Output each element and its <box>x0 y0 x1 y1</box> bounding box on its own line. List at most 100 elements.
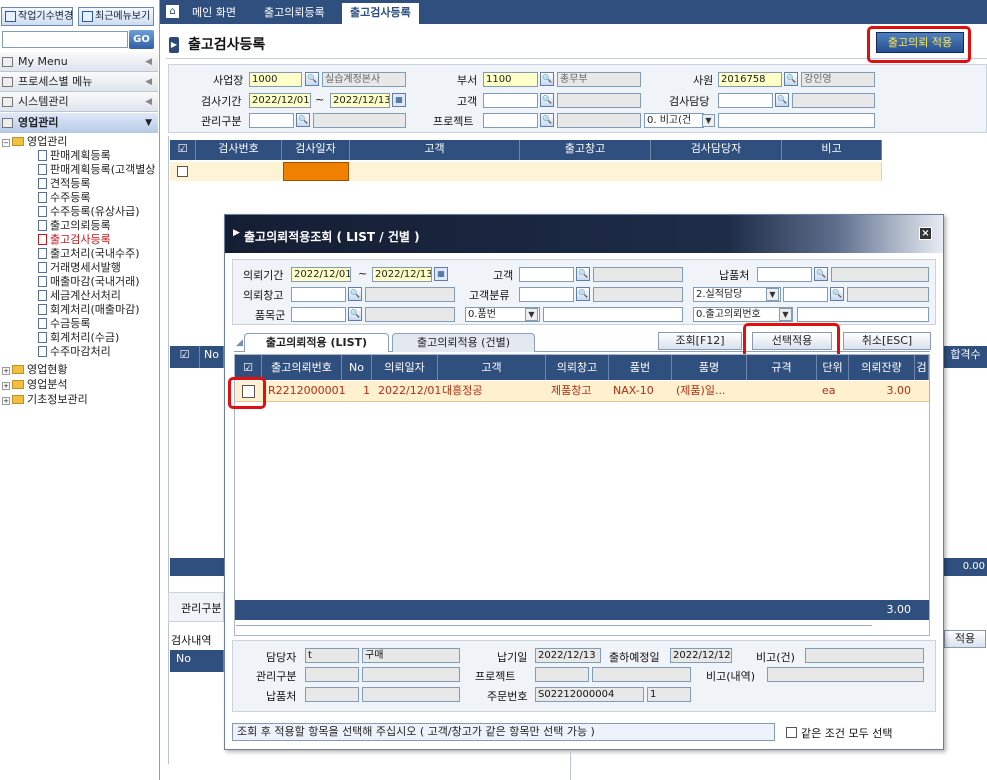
owner-code-input[interactable] <box>783 287 828 302</box>
cancel-button[interactable]: 취소[ESC] <box>843 332 931 350</box>
customer-code-input[interactable] <box>483 93 538 108</box>
menu-sales[interactable]: 영업관리 ▼ <box>0 113 158 133</box>
row-checkbox[interactable] <box>242 385 255 398</box>
tree-item-order-paid[interactable]: 수주등록(유상사급) <box>38 205 140 219</box>
chevron-down-icon: ▼ <box>145 118 152 128</box>
search-icon[interactable]: 🔍 <box>830 287 844 301</box>
close-icon[interactable]: × <box>919 227 932 240</box>
search-button[interactable]: 조회[F12] <box>658 332 742 350</box>
go-button[interactable]: GO <box>129 30 154 49</box>
search-icon[interactable]: 🔍 <box>540 113 554 127</box>
divider <box>168 136 169 764</box>
delivery-label: 납품처 <box>719 269 750 282</box>
search-icon[interactable]: 🔍 <box>814 267 828 281</box>
tree-item-shipment-process[interactable]: 출고처리(국내수주) <box>38 247 140 261</box>
folder-icon <box>12 380 24 389</box>
company-code-input[interactable]: 1000 <box>249 72 302 87</box>
table-row[interactable] <box>170 162 882 181</box>
item-group-code[interactable] <box>291 307 346 322</box>
mgmt-code-input[interactable] <box>249 113 294 128</box>
change-period-button[interactable]: 작업기수변경 <box>1 7 73 26</box>
tree-item-collection[interactable]: 수금등록 <box>38 317 90 331</box>
search-icon[interactable]: 🔍 <box>540 93 554 107</box>
employee-code-input[interactable]: 2016758 <box>718 72 782 87</box>
search-icon[interactable]: 🔍 <box>576 287 590 301</box>
dept-code-input[interactable]: 1100 <box>483 72 538 87</box>
insp-date-cell[interactable] <box>283 162 349 181</box>
footer-delivery-label: 납품처 <box>266 690 297 703</box>
grid-select-all-icon[interactable]: ☑ <box>170 140 196 160</box>
search-icon[interactable]: 🔍 <box>348 307 362 321</box>
grid-header-insp-date: 검사일자 <box>282 140 350 160</box>
tree-group-sales-status[interactable]: + 영업현황 <box>2 363 67 377</box>
tab-shipment-request[interactable]: 출고의뢰등록 <box>256 3 333 24</box>
tree-item-shipment-request[interactable]: 출고의뢰등록 <box>38 219 111 233</box>
request-type-select[interactable]: 0.출고의뢰번호 <box>693 307 793 322</box>
search-icon[interactable]: 🔍 <box>784 72 798 86</box>
search-icon[interactable]: 🔍 <box>348 287 362 301</box>
tree-item-sales-closing[interactable]: 매출마감(국내거래) <box>38 275 140 289</box>
modal-header-item-code: 품번 <box>609 355 672 380</box>
tree-item-order-closing[interactable]: 수주마감처리 <box>38 345 111 359</box>
tree-item-accounting-collection[interactable]: 회계처리(수금) <box>38 331 119 345</box>
lower-mgmt-label: 관리구분 <box>181 602 222 615</box>
remark-select[interactable]: 0. 비고(건 <box>644 113 704 128</box>
search-icon[interactable]: 🔍 <box>296 113 310 127</box>
tree-item-statement[interactable]: 거래명세서발행 <box>38 261 121 275</box>
tree-group-base-info[interactable]: + 기초정보관리 <box>2 393 88 407</box>
modal-customer-code[interactable] <box>519 267 574 282</box>
home-icon[interactable]: ⌂ <box>165 4 180 19</box>
tab-main[interactable]: 메인 화면 <box>184 3 244 24</box>
item-search-input[interactable] <box>543 307 683 322</box>
chevron-down-icon[interactable]: ▼ <box>525 308 538 321</box>
tree-item-tax-invoice[interactable]: 세금계산서처리 <box>38 289 121 303</box>
tree-item-sales-plan-customer[interactable]: 판매계획등록(고객별상 <box>38 163 156 177</box>
grid-select-all-icon[interactable]: ☑ <box>170 346 200 368</box>
tree-item-accounting-sales[interactable]: 회계처리(매출마감) <box>38 303 140 317</box>
chevron-down-icon[interactable]: ▼ <box>779 308 792 321</box>
horizontal-scrollbar[interactable] <box>236 625 872 626</box>
menu-search-input[interactable] <box>2 31 128 48</box>
request-search-input[interactable] <box>797 307 929 322</box>
search-icon[interactable]: 🔍 <box>775 93 789 107</box>
footer-project-label: 프로젝트 <box>475 670 516 683</box>
tab-request-item[interactable]: 출고의뢰적용 (건별) <box>392 333 535 352</box>
menu-system[interactable]: 시스템관리 ◀ <box>0 92 158 112</box>
tree-root-sales[interactable]: − 영업관리 <box>2 135 67 149</box>
modal-header-customer: 고객 <box>438 355 546 380</box>
tree-item-sales-plan[interactable]: 판매계획등록 <box>38 149 111 163</box>
search-icon[interactable]: 🔍 <box>540 72 554 86</box>
chevron-down-icon[interactable]: ▼ <box>702 114 715 127</box>
delivery-code-input[interactable] <box>757 267 812 282</box>
request-period-from[interactable]: 2022/12/01 <box>291 267 351 282</box>
calendar-icon[interactable]: ▦ <box>392 93 406 107</box>
menu-process[interactable]: 프로세스별 메뉴 ◀ <box>0 72 158 92</box>
same-condition-checkbox[interactable] <box>786 727 797 738</box>
tree-item-estimate[interactable]: 견적등록 <box>38 177 90 191</box>
customer-class-code[interactable] <box>519 287 574 302</box>
search-icon[interactable]: 🔍 <box>576 267 590 281</box>
chevron-down-icon[interactable]: ▼ <box>766 288 779 301</box>
tab-request-list[interactable]: 출고의뢰적용 (LIST) <box>244 333 389 352</box>
recent-menu-button[interactable]: 최근메뉴보기 <box>78 7 154 26</box>
folder-icon <box>12 137 24 146</box>
period-to-input[interactable]: 2022/12/13 <box>330 93 390 108</box>
tab-shipment-inspection[interactable]: 출고검사등록 <box>342 3 419 24</box>
tree-item-shipment-inspection[interactable]: 출고검사등록 <box>38 233 111 247</box>
menu-my-menu[interactable]: My Menu ◀ <box>0 52 158 72</box>
search-icon[interactable]: 🔍 <box>305 72 319 86</box>
period-from-input[interactable]: 2022/12/01 <box>249 93 311 108</box>
project-code-input[interactable] <box>483 113 538 128</box>
request-period-to[interactable]: 2022/12/13 <box>372 267 432 282</box>
company-name-field: 실습계정본사 <box>322 72 406 87</box>
calendar-icon[interactable]: ▦ <box>434 267 448 281</box>
remark-input[interactable] <box>718 113 875 128</box>
detail-apply-button[interactable]: 적용 <box>944 630 986 648</box>
apply-request-button[interactable]: 출고의뢰 적용 <box>876 32 964 53</box>
request-warehouse-code[interactable] <box>291 287 346 302</box>
row-checkbox[interactable] <box>177 166 188 177</box>
apply-selected-button[interactable]: 선택적용 <box>752 332 832 350</box>
tree-item-order[interactable]: 수주등록 <box>38 191 90 205</box>
tree-group-sales-analysis[interactable]: + 영업분석 <box>2 378 67 392</box>
inspector-code-input[interactable] <box>718 93 773 108</box>
